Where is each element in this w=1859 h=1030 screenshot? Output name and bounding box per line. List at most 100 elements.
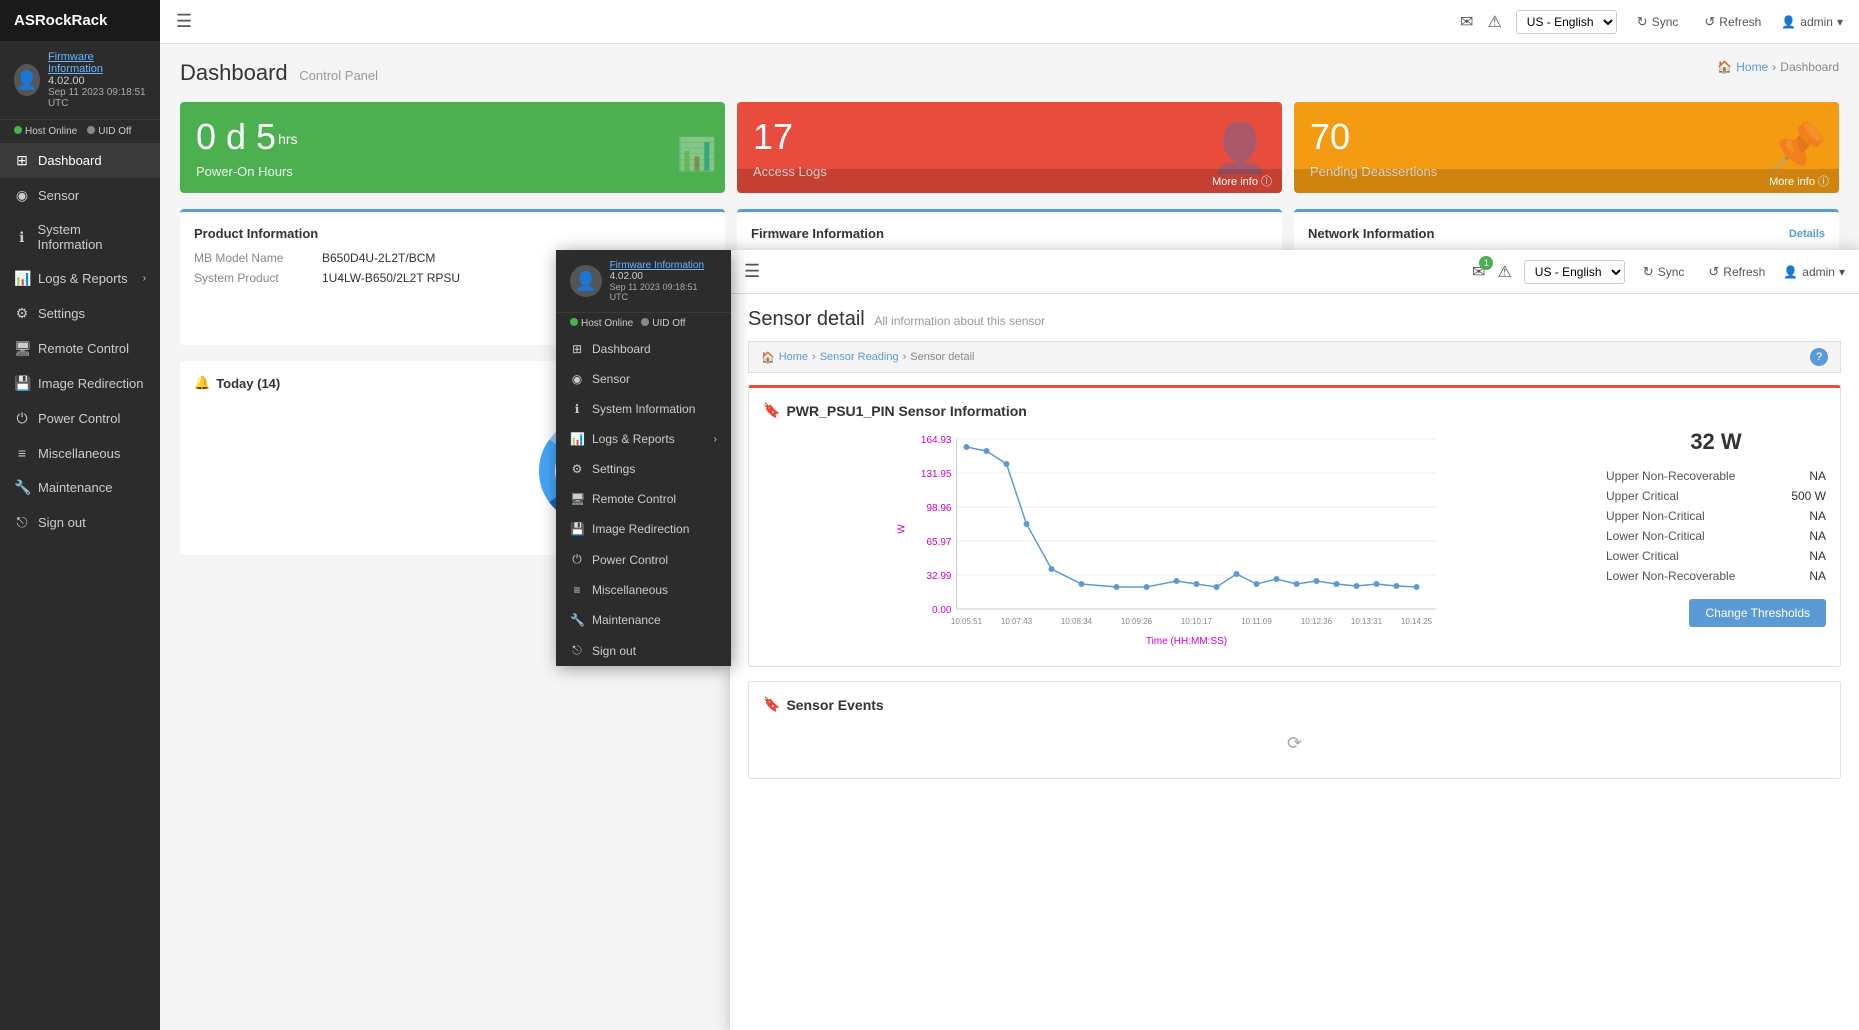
info-icon: ℹ: [570, 402, 584, 416]
sensor-admin-button[interactable]: 👤 admin ▾: [1783, 265, 1845, 279]
more-info-access[interactable]: More info ⓘ: [737, 169, 1282, 193]
overlay-host-status: Host Online: [570, 318, 633, 329]
sidebar-item-label: Image Redirection: [38, 376, 144, 391]
overlay-avatar: 👤: [570, 265, 602, 297]
sidebar-item-system-info[interactable]: ℹ System Information: [0, 213, 160, 261]
overlay-nav-misc[interactable]: ≡ Miscellaneous: [556, 575, 731, 605]
power-icon: ⏻: [570, 552, 584, 567]
sensor-breadcrumb: 🏠 Home › Sensor Reading › Sensor detail …: [748, 341, 1841, 373]
svg-text:10:14:25: 10:14:25: [1401, 617, 1433, 626]
power-on-card: 0 d 5hrs Power-On Hours 📊: [180, 102, 725, 193]
email-icon[interactable]: ✉: [1460, 12, 1473, 32]
change-thresholds-button[interactable]: Change Thresholds: [1689, 599, 1826, 627]
sensor-sync-button[interactable]: ↻ Sync: [1637, 261, 1691, 283]
sensor-email-icon[interactable]: ✉1: [1472, 262, 1485, 282]
overlay-nav-system-info[interactable]: ℹ System Information: [556, 394, 731, 424]
sidebar-item-power[interactable]: ⏻ Power Control: [0, 401, 160, 436]
sidebar-item-dashboard[interactable]: ⊞ Dashboard: [0, 143, 160, 178]
power-on-value: 0 d 5hrs: [196, 116, 709, 158]
chart-bar-icon: 📊: [677, 135, 717, 173]
sensor-hamburger-icon[interactable]: ☰: [744, 261, 760, 282]
sensor-events-loading: ⟳: [763, 723, 1826, 764]
brand-name: ASRockRack: [0, 0, 160, 41]
sensor-subtitle: All information about this sensor: [874, 314, 1045, 328]
breadcrumb: 🏠 Home › Dashboard: [1717, 60, 1839, 74]
sidebar-status: Host Online UID Off: [0, 120, 160, 143]
sidebar-item-misc[interactable]: ≡ Miscellaneous: [0, 436, 160, 470]
overlay-nav-remote[interactable]: 🖥 Remote Control: [556, 484, 731, 514]
mb-model-key: MB Model Name: [194, 251, 314, 265]
hamburger-icon[interactable]: ☰: [176, 11, 192, 32]
sensor-chart-area: 164.93 131.95 98.96 65.97 32.99 0.00 W: [763, 429, 1826, 652]
signout-icon: ⎋: [14, 514, 30, 531]
page-header: Dashboard Control Panel 🏠 Home › Dashboa…: [180, 60, 1839, 86]
breadcrumb-current: Sensor detail: [910, 351, 974, 363]
help-icon[interactable]: ?: [1810, 348, 1828, 366]
sensor-header: Sensor detail All information about this…: [748, 308, 1841, 331]
sidebar-item-image[interactable]: 💾 Image Redirection: [0, 366, 160, 401]
overlay-nav-maintenance[interactable]: 🔧 Maintenance: [556, 605, 731, 635]
overlay-nav-image[interactable]: 💾 Image Redirection: [556, 514, 731, 544]
admin-button[interactable]: 👤 admin ▾: [1781, 15, 1843, 29]
sync-icon: ↻: [1637, 14, 1648, 30]
overlay-nav-power[interactable]: ⏻ Power Control: [556, 544, 731, 575]
sensor-events-title: 🔖 Sensor Events: [763, 696, 1826, 713]
breadcrumb-home[interactable]: Home: [1736, 60, 1768, 74]
sidebar-item-sensor[interactable]: ◉ Sensor: [0, 178, 160, 213]
more-info-pending[interactable]: More info ⓘ: [1294, 169, 1839, 193]
settings-icon: ⚙: [14, 305, 30, 322]
sensor-info-title: 🔖 PWR_PSU1_PIN Sensor Information: [763, 402, 1826, 419]
sidebar-item-logs[interactable]: 📊 Logs & Reports ›: [0, 261, 160, 296]
threshold-row: Upper Critical 500 W: [1606, 489, 1826, 503]
overlay-nav-signout[interactable]: ⎋ Sign out: [556, 635, 731, 666]
svg-text:164.93: 164.93: [921, 435, 952, 446]
home-icon: 🏠: [1717, 60, 1732, 74]
host-status: Host Online: [14, 126, 77, 137]
threshold-row: Upper Non-Recoverable NA: [1606, 469, 1826, 483]
overlay-fw-link[interactable]: Firmware Information: [610, 260, 717, 271]
sensor-panel: ☰ ✉1 ⚠ US - English ↻ Sync ↺ Refresh 👤 a…: [730, 250, 1859, 1030]
pending-card: 70 Pending Deassertions 📌 More info ⓘ: [1294, 102, 1839, 193]
page-title: Dashboard: [180, 60, 288, 85]
uid-status: UID Off: [87, 126, 131, 137]
sidebar-item-signout[interactable]: ⎋ Sign out: [0, 505, 160, 540]
sync-button[interactable]: ↻ Sync: [1631, 11, 1685, 33]
sidebar-item-remote[interactable]: 🖥 Remote Control: [0, 331, 160, 366]
sidebar-item-label: System Information: [38, 222, 147, 252]
alert-icon[interactable]: ⚠: [1487, 12, 1501, 32]
user-icon: 👤: [1783, 265, 1798, 279]
misc-icon: ≡: [570, 583, 584, 597]
sensor-alert-icon[interactable]: ⚠: [1497, 262, 1511, 282]
overlay-nav-sensor[interactable]: ◉ Sensor: [556, 364, 731, 394]
sidebar-item-label: Remote Control: [38, 341, 129, 356]
sensor-readings: 32 W Upper Non-Recoverable NA Upper Crit…: [1606, 429, 1826, 652]
sensor-chart-svg: 164.93 131.95 98.96 65.97 32.99 0.00 W: [763, 429, 1590, 649]
firmware-link[interactable]: Firmware Information: [48, 51, 146, 75]
sensor-topbar: ☰ ✉1 ⚠ US - English ↻ Sync ↺ Refresh 👤 a…: [730, 250, 1859, 294]
breadcrumb-sensor-reading[interactable]: Sensor Reading: [820, 351, 899, 363]
mb-model-val: B650D4U-2L2T/BCM: [322, 251, 435, 265]
svg-text:10:12:36: 10:12:36: [1301, 617, 1333, 626]
left-sidebar: ASRockRack 👤 Firmware Information 4.02.0…: [0, 0, 160, 1030]
sidebar-item-maintenance[interactable]: 🔧 Maintenance: [0, 470, 160, 505]
sensor-icon: ◉: [570, 372, 584, 386]
svg-text:10:10:17: 10:10:17: [1181, 617, 1213, 626]
breadcrumb-home[interactable]: Home: [779, 351, 808, 363]
overlay-nav-logs[interactable]: 📊 Logs & Reports ›: [556, 424, 731, 454]
sidebar-item-settings[interactable]: ⚙ Settings: [0, 296, 160, 331]
language-select[interactable]: US - English: [1516, 10, 1617, 34]
signout-icon: ⎋: [570, 643, 584, 658]
network-info-title: Network Information Details: [1308, 226, 1825, 241]
product-info-title: Product Information: [194, 226, 711, 241]
overlay-nav-settings[interactable]: ⚙ Settings: [556, 454, 731, 484]
overlay-nav-dashboard[interactable]: ⊞ Dashboard: [556, 334, 731, 364]
sensor-refresh-button[interactable]: ↺ Refresh: [1702, 261, 1771, 283]
network-details-link[interactable]: Details: [1789, 228, 1825, 240]
svg-text:10:07:43: 10:07:43: [1001, 617, 1033, 626]
svg-text:0.00: 0.00: [932, 605, 952, 616]
sys-product-val: 1U4LW-B650/2L2T RPSU: [322, 271, 460, 285]
settings-icon: ⚙: [570, 462, 584, 476]
refresh-button[interactable]: ↺ Refresh: [1698, 11, 1767, 33]
sensor-language-select[interactable]: US - English: [1524, 260, 1625, 284]
avatar: 👤: [14, 64, 40, 96]
